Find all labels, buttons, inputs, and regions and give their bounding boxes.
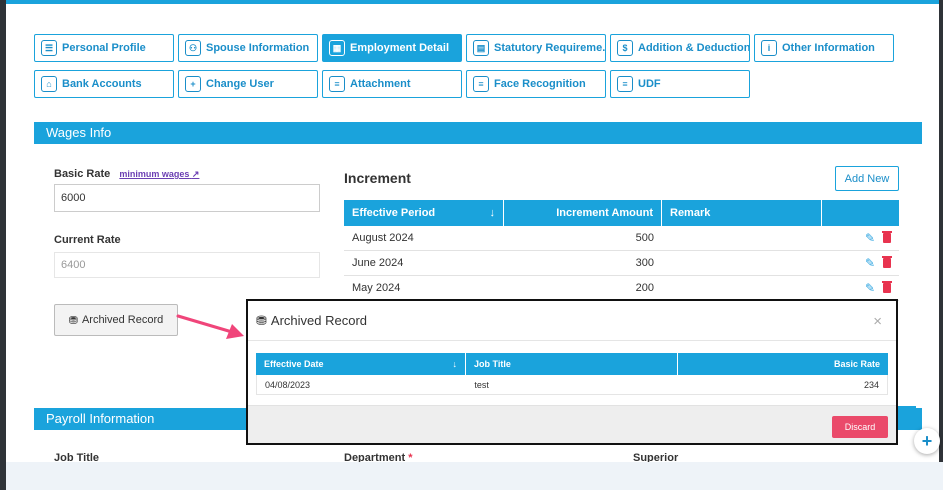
table-row: May 2024 200 ✎ [344, 276, 899, 301]
col-actions [822, 200, 899, 226]
increment-table: Effective Period ↓ Increment Amount Remar… [344, 200, 899, 301]
col-effective-date[interactable]: Effective Date ↓ [256, 353, 466, 375]
sort-desc-icon: ↓ [452, 359, 458, 369]
table-row: June 2024 300 ✎ [344, 251, 899, 276]
add-new-button[interactable]: Add New [835, 166, 899, 191]
employment-icon: ▦ [329, 40, 345, 56]
addition-icon: $ [617, 40, 633, 56]
external-link-icon: ↗ [191, 169, 200, 179]
archived-record-button[interactable]: ⛃ Archived Record [54, 304, 178, 336]
tab-udf[interactable]: ≡ UDF [610, 70, 750, 98]
col-increment-amount[interactable]: Increment Amount [504, 200, 662, 226]
tab-statutory-requirement[interactable]: ▤ Statutory Requireme... [466, 34, 606, 62]
annotation-arrow-icon [176, 314, 244, 339]
side-tab [898, 406, 916, 428]
archived-table: Effective Date ↓ Job Title Basic Rate 04/… [256, 353, 888, 395]
col-basic-rate[interactable]: Basic Rate [678, 353, 888, 375]
tab-face-recognition[interactable]: ≡ Face Recognition [466, 70, 606, 98]
discard-button[interactable]: Discard [832, 416, 888, 438]
tab-employment-detail[interactable]: ▦ Employment Detail [322, 34, 462, 62]
tab-bank-accounts[interactable]: ⌂ Bank Accounts [34, 70, 174, 98]
edit-icon[interactable]: ✎ [865, 256, 875, 270]
attachment-icon: ≡ [329, 76, 345, 92]
tab-addition-deduction[interactable]: $ Addition & Deduction [610, 34, 750, 62]
close-icon[interactable]: × [873, 313, 882, 330]
sort-desc-icon: ↓ [489, 207, 496, 219]
delete-icon[interactable] [882, 231, 892, 243]
department-label: Department * [344, 452, 413, 462]
basic-rate-input[interactable]: 6000 [54, 184, 320, 212]
bottom-strip [6, 462, 943, 490]
modal-header: ⛃ Archived Record × [248, 301, 896, 341]
archive-icon: ⛃ [256, 312, 267, 328]
job-title-label: Job Title [54, 452, 100, 462]
other-info-icon: i [761, 40, 777, 56]
delete-icon[interactable] [882, 281, 892, 293]
profile-icon: ☰ [41, 40, 57, 56]
required-marker: * [408, 452, 413, 462]
col-job-title[interactable]: Job Title [466, 353, 678, 375]
table-row: 04/08/2023 test 234 [256, 375, 888, 395]
superior-label: Superior [633, 452, 679, 462]
modal-footer: Discard [248, 405, 896, 443]
tab-change-user[interactable]: + Change User [178, 70, 318, 98]
udf-icon: ≡ [617, 76, 633, 92]
spouse-icon: ⚇ [185, 40, 201, 56]
user-icon: + [185, 76, 201, 92]
edit-icon[interactable]: ✎ [865, 281, 875, 295]
tab-personal-profile[interactable]: ☰ Personal Profile [34, 34, 174, 62]
face-icon: ≡ [473, 76, 489, 92]
edit-icon[interactable]: ✎ [865, 231, 875, 245]
wages-info-header: Wages Info [34, 122, 922, 144]
table-row: August 2024 500 ✎ [344, 226, 899, 251]
tab-spouse-information[interactable]: ⚇ Spouse Information [178, 34, 318, 62]
basic-rate-label: Basic Rate minimum wages ↗ [54, 168, 200, 180]
bank-icon: ⌂ [41, 76, 57, 92]
archived-record-modal: ⛃ Archived Record × Effective Date ↓ Job … [246, 299, 898, 445]
archived-table-header: Effective Date ↓ Job Title Basic Rate [256, 353, 888, 375]
col-remark[interactable]: Remark [662, 200, 822, 226]
tab-other-information[interactable]: i Other Information [754, 34, 894, 62]
increment-title: Increment [344, 170, 411, 186]
modal-title: Archived Record [270, 313, 368, 328]
tab-attachment[interactable]: ≡ Attachment [322, 70, 462, 98]
current-rate-input: 6400 [54, 252, 320, 278]
archive-icon: ⛃ [68, 314, 78, 327]
delete-icon[interactable] [882, 256, 892, 268]
increment-table-header: Effective Period ↓ Increment Amount Remar… [344, 200, 899, 226]
current-rate-label: Current Rate [54, 234, 121, 246]
statutory-icon: ▤ [473, 40, 489, 56]
plus-icon: + [921, 430, 933, 451]
minimum-wages-link[interactable]: minimum wages ↗ [119, 169, 199, 179]
col-effective-period[interactable]: Effective Period ↓ [344, 200, 504, 226]
add-fab-button[interactable]: + [914, 428, 940, 454]
